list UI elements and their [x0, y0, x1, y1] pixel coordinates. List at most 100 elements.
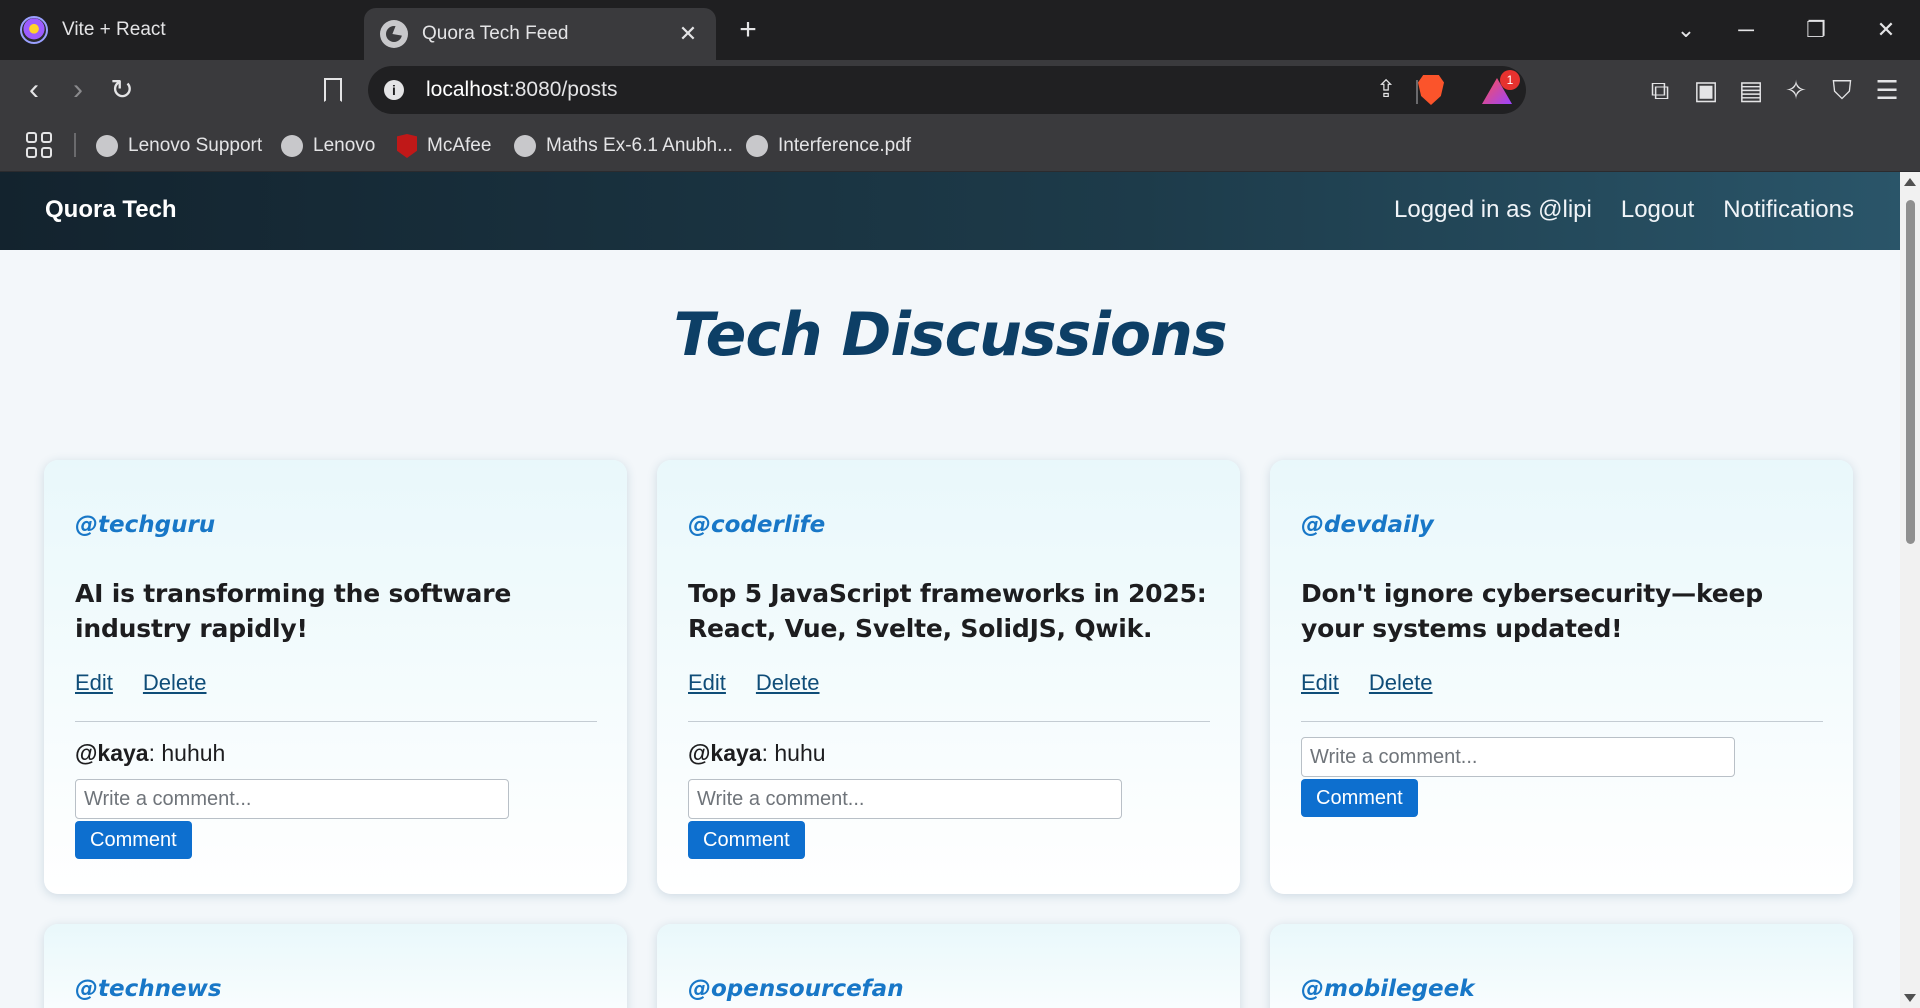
- delete-link[interactable]: Delete: [1369, 670, 1433, 696]
- post-actions: Edit Delete: [688, 670, 1210, 696]
- wallet-icon[interactable]: ▤: [1735, 74, 1767, 106]
- page-scrollbar[interactable]: [1900, 172, 1920, 1008]
- post-card: @mobilegeek: [1270, 924, 1853, 1008]
- post-card: @opensourcefan: [657, 924, 1240, 1008]
- vpn-icon[interactable]: ⛉: [1826, 74, 1858, 106]
- post-title: Top 5 JavaScript frameworks in 2025: Rea…: [688, 579, 1207, 643]
- share-icon[interactable]: ⇪: [1376, 76, 1396, 104]
- edit-link[interactable]: Edit: [75, 670, 113, 696]
- globe-icon: [380, 20, 408, 48]
- bookmark-label: Maths Ex-6.1 Anubh...: [546, 135, 733, 156]
- restore-button[interactable]: ❐: [1798, 12, 1834, 48]
- comment-user: @kaya: [688, 740, 762, 766]
- comment-input[interactable]: [75, 779, 509, 819]
- comment-button[interactable]: Comment: [75, 821, 192, 859]
- bookmarks-bar: Lenovo Support Lenovo McAfee Maths Ex-6.…: [0, 120, 1920, 172]
- logged-in-label: Logged in as @lipi: [1394, 196, 1592, 223]
- comment-input[interactable]: [1301, 737, 1735, 777]
- post-card: @technews: [44, 924, 627, 1008]
- mcafee-icon: [397, 134, 417, 158]
- divider: [75, 721, 597, 722]
- bookmark-button[interactable]: [314, 70, 354, 110]
- nav-links: Logged in as @lipi Logout Notifications: [1394, 196, 1854, 224]
- post-actions: Edit Delete: [75, 670, 597, 696]
- scrollbar-thumb[interactable]: [1906, 200, 1915, 544]
- tab-quora-tech-feed[interactable]: Quora Tech Feed ✕: [364, 8, 716, 60]
- scroll-down-arrow-icon[interactable]: [1904, 994, 1916, 1002]
- bookmark-maths[interactable]: Maths Ex-6.1 Anubh...: [514, 132, 733, 160]
- bookmark-mcafee[interactable]: McAfee: [397, 132, 491, 160]
- sidebar-icon[interactable]: ▣: [1690, 74, 1722, 106]
- forward-button[interactable]: ›: [60, 72, 96, 108]
- url-text[interactable]: localhost:8080/posts: [426, 78, 617, 102]
- comment-list: @kaya: huhu: [688, 740, 1210, 767]
- post-author: @technews: [75, 976, 222, 1002]
- post-author: @devdaily: [1301, 512, 1434, 538]
- vite-icon: [20, 16, 48, 44]
- post-card: @devdaily Don't ignore cybersecurity—kee…: [1270, 460, 1853, 894]
- notifications-link[interactable]: Notifications: [1723, 196, 1854, 224]
- tab-search-chevron-icon[interactable]: ⌄: [1668, 12, 1704, 48]
- page-title: Tech Discussions: [673, 300, 1227, 370]
- bookmark-label: Interference.pdf: [778, 135, 912, 156]
- post-card: @coderlife Top 5 JavaScript frameworks i…: [657, 460, 1240, 894]
- post-card: @techguru AI is transforming the softwar…: [44, 460, 627, 894]
- menu-icon[interactable]: ☰: [1871, 74, 1903, 106]
- rewards-badge: 1: [1500, 70, 1520, 90]
- browser-toolbar: ‹ › ↻ i localhost:8080/posts ⇪ 1 ⧉ ▣ ▤ ✧…: [0, 60, 1920, 120]
- globe-icon: [514, 135, 536, 157]
- site-info-icon[interactable]: i: [384, 80, 404, 100]
- comment-text: : huhu: [761, 740, 826, 766]
- bookmark-lenovo[interactable]: Lenovo: [281, 132, 375, 160]
- divider: [1301, 721, 1823, 722]
- edit-link[interactable]: Edit: [1301, 670, 1339, 696]
- comment-button[interactable]: Comment: [1301, 779, 1418, 817]
- post-author: @coderlife: [688, 512, 826, 538]
- comment-text: : huhuh: [148, 740, 226, 766]
- comment-item: @kaya: huhuh: [75, 740, 597, 767]
- comment-button[interactable]: Comment: [688, 821, 805, 859]
- delete-link[interactable]: Delete: [143, 670, 207, 696]
- extensions-icon[interactable]: ⧉: [1644, 74, 1676, 106]
- close-window-button[interactable]: ✕: [1868, 12, 1904, 48]
- apps-grid-icon[interactable]: [26, 132, 52, 158]
- comment-user: @kaya: [75, 740, 149, 766]
- tab-label: Vite + React: [62, 19, 166, 40]
- edit-link[interactable]: Edit: [688, 670, 726, 696]
- post-author: @techguru: [75, 512, 216, 538]
- bookmark-label: Lenovo: [313, 135, 376, 156]
- brand-logo[interactable]: Quora Tech: [45, 196, 177, 224]
- posts-grid: @techguru AI is transforming the softwar…: [44, 460, 1853, 1008]
- bookmark-lenovo-support[interactable]: Lenovo Support: [96, 132, 262, 160]
- new-tab-button[interactable]: +: [732, 14, 764, 46]
- scroll-up-arrow-icon[interactable]: [1904, 178, 1916, 186]
- page-viewport: Quora Tech Logged in as @lipi Logout Not…: [0, 172, 1900, 1008]
- divider: [688, 721, 1210, 722]
- app-navbar: Quora Tech Logged in as @lipi Logout Not…: [0, 172, 1900, 250]
- globe-icon: [746, 135, 768, 157]
- logout-link[interactable]: Logout: [1621, 196, 1694, 224]
- toolbar-separator: [1416, 80, 1418, 104]
- bookmarks-separator: [74, 133, 76, 157]
- bookmark-icon: [324, 78, 342, 102]
- bookmark-interference-pdf[interactable]: Interference.pdf: [746, 132, 911, 160]
- post-actions: Edit Delete: [1301, 670, 1823, 696]
- comment-input[interactable]: [688, 779, 1122, 819]
- comment-item: @kaya: huhu: [688, 740, 1210, 767]
- post-author: @mobilegeek: [1301, 976, 1475, 1002]
- post-author: @opensourcefan: [688, 976, 904, 1002]
- back-button[interactable]: ‹: [16, 72, 52, 108]
- address-bar[interactable]: i localhost:8080/posts ⇪: [368, 66, 1526, 114]
- reload-button[interactable]: ↻: [104, 72, 140, 108]
- post-title: AI is transforming the software industry…: [75, 579, 512, 643]
- browser-tab-strip: Vite + React Quora Tech Feed ✕ + ⌄ ─ ❐ ✕: [0, 0, 1920, 60]
- bookmark-label: Lenovo Support: [128, 135, 263, 156]
- delete-link[interactable]: Delete: [756, 670, 820, 696]
- minimize-button[interactable]: ─: [1728, 12, 1764, 48]
- tab-vite-react[interactable]: Vite + React: [12, 8, 352, 52]
- bookmark-label: McAfee: [427, 135, 492, 156]
- leo-ai-icon[interactable]: ✧: [1780, 74, 1812, 106]
- tab-label: Quora Tech Feed: [422, 23, 569, 44]
- post-title: Don't ignore cybersecurity—keep your sys…: [1301, 579, 1763, 643]
- close-tab-icon[interactable]: ✕: [674, 20, 702, 48]
